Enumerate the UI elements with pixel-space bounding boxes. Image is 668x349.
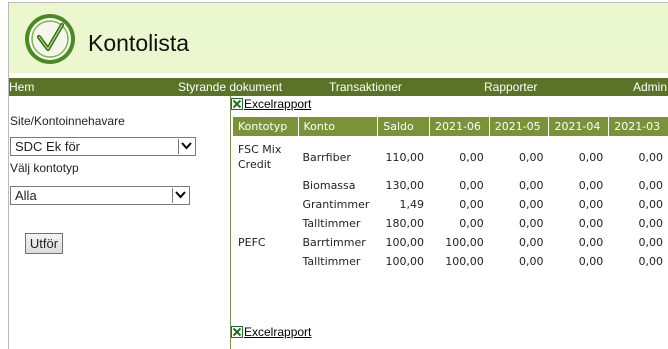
page-title: Kontolista [88,30,190,56]
account-type-select[interactable]: Alla [10,186,190,205]
cell-2021-03: 0,00 [638,198,664,211]
cell-2021-06: 100,00 [445,255,484,268]
cell-kontotyp: FSC Mix Credit [238,143,282,171]
col-konto: Konto [297,117,378,136]
sidebar: Site/Kontoinnehavare SDC Ek för Välj kon… [9,96,231,349]
col-saldo: Saldo [377,117,429,136]
table-header-row: Kontotyp Konto Saldo 2021-06 2021-05 202… [233,117,668,136]
cell-kontotyp [233,214,298,233]
cell-kontotyp [233,195,298,214]
cell-2021-05: 0,00 [518,217,544,230]
nav-item-transaktioner[interactable]: Transaktioner [329,80,402,94]
cell-2021-04: 0,00 [578,151,604,164]
table-row: Grantimmer 1,49 0,00 0,00 0,00 0,00 [233,195,668,214]
site-select[interactable]: SDC Ek för [10,137,196,156]
cell-2021-04: 0,00 [578,179,604,192]
site-label: Site/Kontoinnehavare [10,114,125,128]
cell-saldo: 100,00 [385,236,424,249]
app-frame: Kontolista Hem Styrande dokument Transak… [8,2,668,349]
cell-saldo: 110,00 [385,151,424,164]
cell-2021-03: 0,00 [638,255,664,268]
nav-item-styrande-dokument[interactable]: Styrande dokument [178,80,282,94]
nav-item-hem[interactable]: Hem [9,80,34,94]
table-row: Talltimmer 180,00 0,00 0,00 0,00 0,00 [233,214,668,233]
chevron-down-icon[interactable] [178,139,194,154]
cell-2021-05: 0,00 [518,236,544,249]
cell-2021-03: 0,00 [638,151,664,164]
cell-konto: Grantimmer [302,198,370,211]
cell-2021-06: 0,00 [459,151,484,164]
cell-konto: Barrfiber [302,151,351,164]
col-2021-03: 2021-03 [608,117,668,136]
excel-report-link-bottom[interactable]: Excelrapport [231,325,311,339]
cell-2021-03: 0,00 [638,236,664,249]
cell-2021-06: 0,00 [459,217,484,230]
nav-item-admin[interactable]: Admin [633,80,667,94]
cell-kontotyp: PEFC [238,236,266,249]
excel-report-link-label[interactable]: Excelrapport [244,97,311,111]
cell-kontotyp [233,176,298,195]
cell-2021-05: 0,00 [518,179,544,192]
submit-button[interactable]: Utför [25,233,63,254]
col-2021-04: 2021-04 [548,117,609,136]
table-row: PEFC Barrtimmer 100,00 100,00 0,00 0,00 … [233,233,668,252]
cell-2021-06: 100,00 [445,236,484,249]
col-2021-05: 2021-05 [488,117,549,136]
excel-report-link-top[interactable]: Excelrapport [231,97,311,111]
cell-saldo: 100,00 [385,255,424,268]
cell-saldo: 130,00 [385,179,424,192]
cell-2021-04: 0,00 [578,255,604,268]
col-kontotyp: Kontotyp [233,117,298,136]
cell-2021-03: 0,00 [638,179,664,192]
table-row: FSC Mix Credit Barrfiber 110,00 0,00 0,0… [233,136,668,176]
cell-2021-05: 0,00 [518,151,544,164]
cell-2021-04: 0,00 [578,198,604,211]
account-type-select-value: Alla [15,188,37,203]
page-header: Kontolista [9,3,668,73]
account-table: Kontotyp Konto Saldo 2021-06 2021-05 202… [233,117,668,271]
table-row: Biomassa 130,00 0,00 0,00 0,00 0,00 [233,176,668,195]
chevron-down-icon[interactable] [172,188,188,203]
checkmark-logo-icon [25,14,75,64]
cell-2021-05: 0,00 [518,198,544,211]
cell-konto: Barrtimmer [302,236,366,249]
excel-icon [231,98,243,110]
site-select-value: SDC Ek för [15,139,81,154]
col-2021-06: 2021-06 [428,117,489,136]
cell-2021-06: 0,00 [459,179,484,192]
cell-konto: Talltimmer [302,217,361,230]
nav-item-rapporter[interactable]: Rapporter [484,80,537,94]
cell-konto: Biomassa [302,179,356,192]
cell-2021-03: 0,00 [638,217,664,230]
type-label: Välj kontotyp [10,161,79,175]
cell-konto: Talltimmer [302,255,361,268]
excel-icon [231,326,243,338]
cell-saldo: 180,00 [385,217,424,230]
cell-saldo: 1,49 [399,198,424,211]
cell-kontotyp [233,252,298,271]
cell-2021-06: 0,00 [459,198,484,211]
main-nav: Hem Styrande dokument Transaktioner Rapp… [9,78,668,96]
cell-2021-04: 0,00 [578,236,604,249]
cell-2021-04: 0,00 [578,217,604,230]
excel-report-link-label[interactable]: Excelrapport [244,325,311,339]
cell-2021-05: 0,00 [518,255,544,268]
table-row: Talltimmer 100,00 100,00 0,00 0,00 0,00 [233,252,668,271]
